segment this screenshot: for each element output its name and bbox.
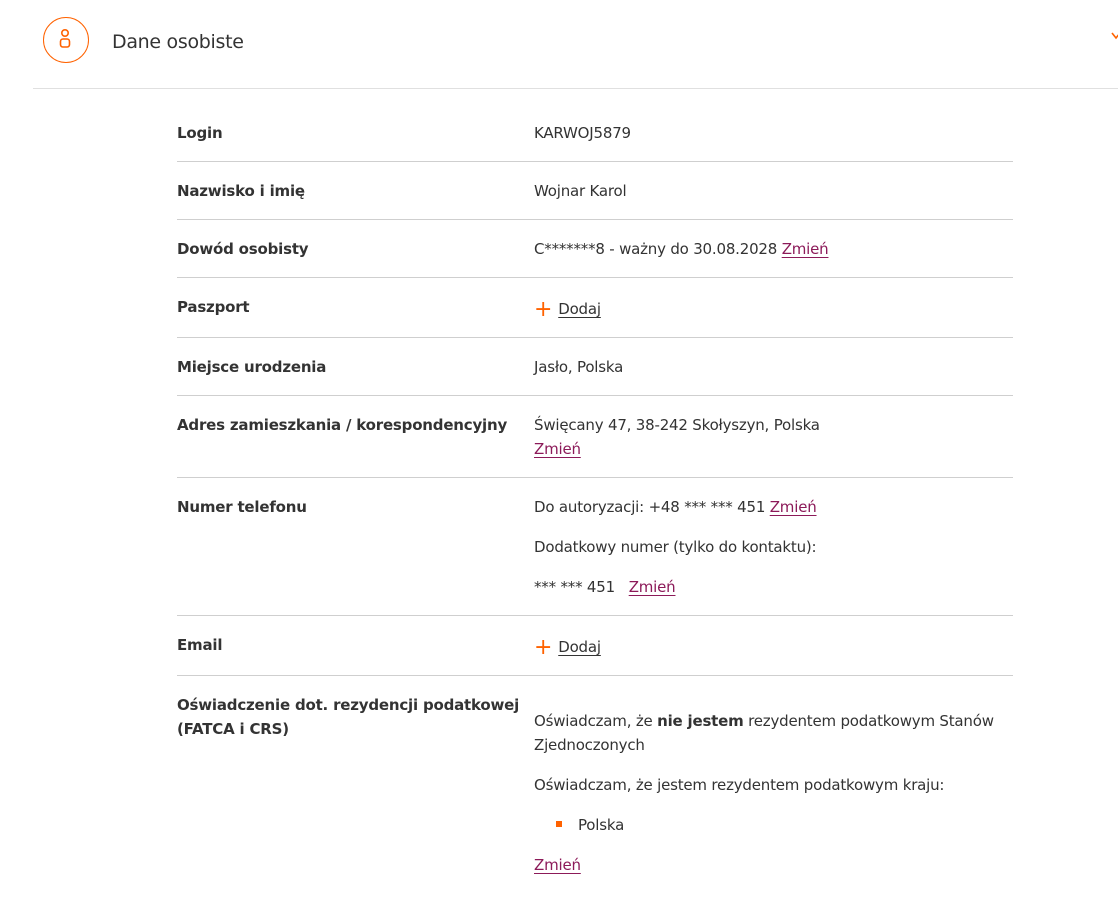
- id-card-value-line: C*******8 - ważny do 30.08.2028 Zmień: [534, 237, 829, 261]
- id-card-change-link[interactable]: Zmień: [782, 240, 829, 258]
- person-icon: [43, 17, 89, 63]
- passport-add[interactable]: + Dodaj: [534, 297, 601, 321]
- phone-label: Numer telefonu: [177, 498, 307, 516]
- tax-us-statement: Oświadczam, że nie jestem rezydentem pod…: [534, 709, 994, 733]
- tax-label-line2: (FATCA i CRS): [177, 720, 289, 738]
- tax-us-line2: Zjednoczonych: [534, 736, 645, 754]
- name-label: Nazwisko i imię: [177, 182, 305, 200]
- plus-icon: +: [534, 297, 553, 322]
- address-value: Święcany 47, 38-242 Skołyszyn, Polska: [534, 416, 820, 434]
- chevron-down-icon[interactable]: [1110, 30, 1118, 42]
- email-label: Email: [177, 636, 223, 654]
- section-title: Dane osobiste: [112, 31, 244, 53]
- bullet-icon: [556, 821, 562, 827]
- phone-extra-label: Dodatkowy numer (tylko do kontaktu):: [534, 538, 817, 556]
- login-value: KARWOJ5879: [534, 124, 631, 142]
- birthplace-value: Jasło, Polska: [534, 358, 624, 376]
- email-add[interactable]: + Dodaj: [534, 635, 601, 659]
- row-tax-residency: Oświadczenie dot. rezydencji podatkowej …: [177, 676, 1013, 891]
- tax-label-line1: Oświadczenie dot. rezydencji podatkowej: [177, 696, 520, 714]
- phone-auth-value: Do autoryzacji: +48 *** *** 451: [534, 498, 766, 516]
- row-name: Nazwisko i imię Wojnar Karol: [177, 162, 1013, 220]
- row-id-card: Dowód osobisty C*******8 - ważny do 30.0…: [177, 220, 1013, 278]
- row-email: Email + Dodaj: [177, 616, 1013, 676]
- id-card-value: C*******8 - ważny do 30.08.2028: [534, 240, 778, 258]
- row-passport: Paszport + Dodaj: [177, 278, 1013, 338]
- row-phone: Numer telefonu Do autoryzacji: +48 *** *…: [177, 478, 1013, 616]
- section-header[interactable]: Dane osobiste: [33, 0, 1118, 89]
- passport-add-link[interactable]: Dodaj: [558, 300, 601, 318]
- phone-extra-value: *** *** 451: [534, 578, 615, 596]
- tax-country-item: Polska: [534, 813, 624, 837]
- tax-us-prefix: Oświadczam, że: [534, 712, 658, 730]
- tax-us-suffix: rezydentem podatkowym Stanów: [743, 712, 994, 730]
- phone-auth-line: Do autoryzacji: +48 *** *** 451 Zmień: [534, 495, 817, 519]
- id-card-label: Dowód osobisty: [177, 240, 309, 258]
- tax-country-intro: Oświadczam, że jestem rezydentem podatko…: [534, 776, 945, 794]
- address-change-link[interactable]: Zmień: [534, 440, 581, 458]
- personal-details: Login KARWOJ5879 Nazwisko i imię Wojnar …: [177, 104, 1013, 891]
- name-value: Wojnar Karol: [534, 182, 627, 200]
- tax-change-link[interactable]: Zmień: [534, 856, 581, 874]
- login-label: Login: [177, 124, 223, 142]
- phone-extra-line: *** *** 451 Zmień: [534, 575, 676, 599]
- email-add-link[interactable]: Dodaj: [558, 638, 601, 656]
- row-login: Login KARWOJ5879: [177, 104, 1013, 162]
- tax-us-bold: nie jestem: [657, 712, 744, 730]
- address-label: Adres zamieszkania / korespondencyjny: [177, 416, 508, 434]
- row-birthplace: Miejsce urodzenia Jasło, Polska: [177, 338, 1013, 396]
- plus-icon: +: [534, 635, 553, 660]
- tax-country-name: Polska: [578, 816, 625, 834]
- phone-auth-change-link[interactable]: Zmień: [770, 498, 817, 516]
- row-address: Adres zamieszkania / korespondencyjny Św…: [177, 396, 1013, 478]
- phone-extra-change-link[interactable]: Zmień: [629, 578, 676, 596]
- birthplace-label: Miejsce urodzenia: [177, 358, 327, 376]
- passport-label: Paszport: [177, 298, 250, 316]
